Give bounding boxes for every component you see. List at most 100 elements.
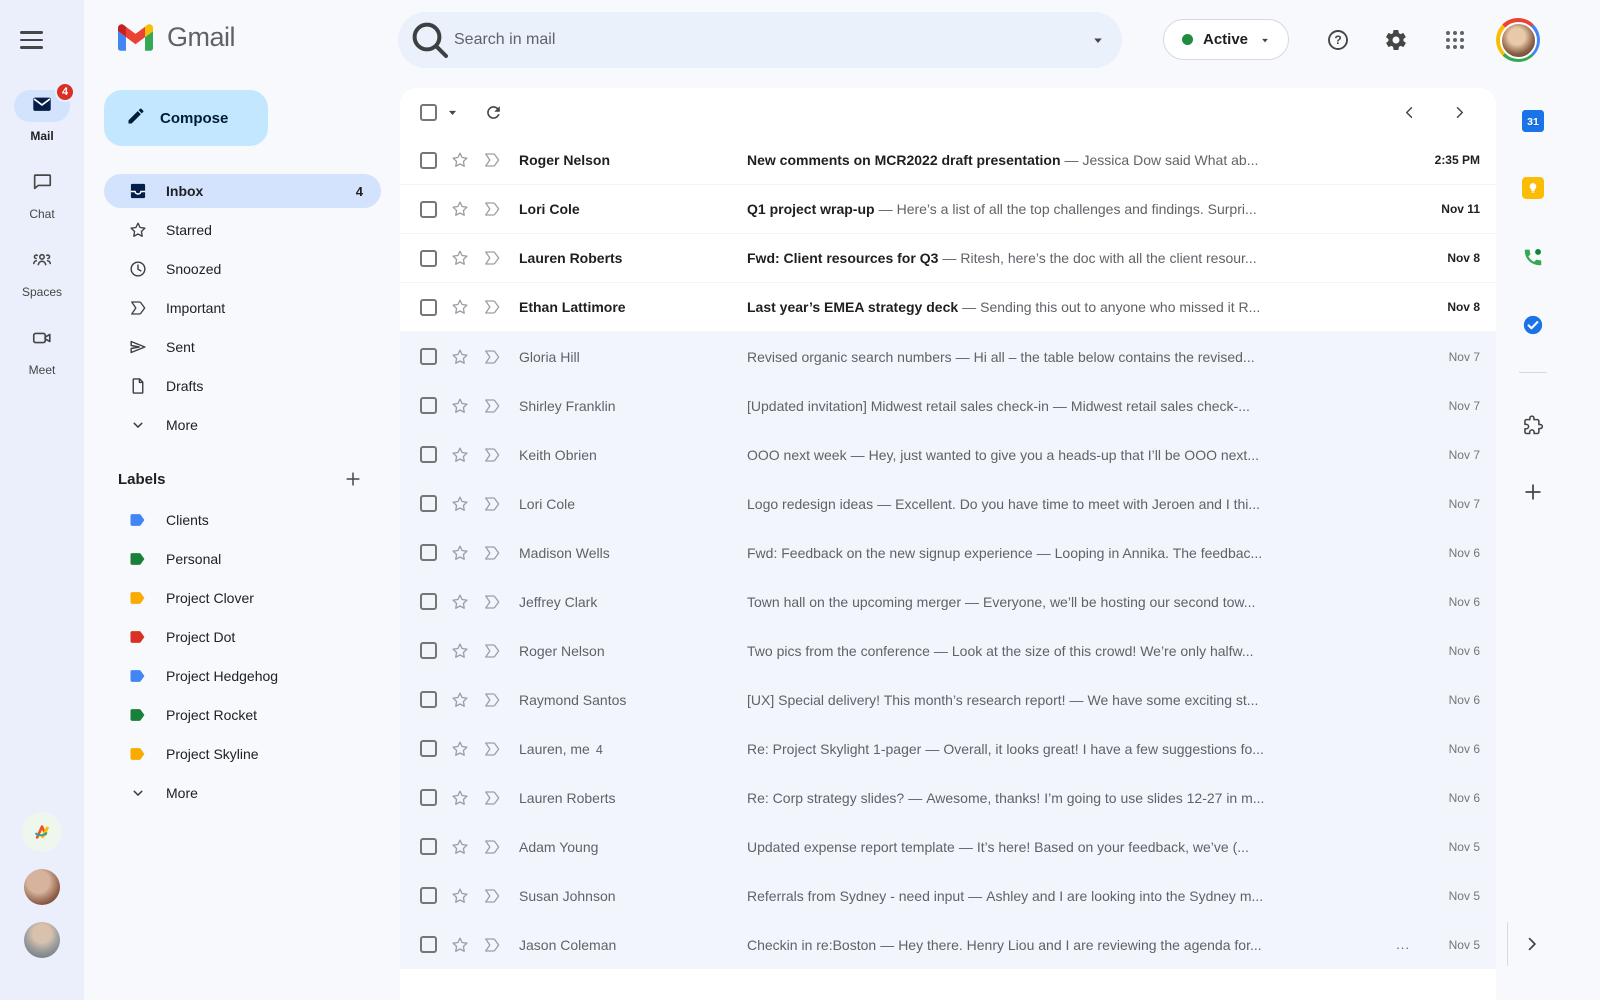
- status-chip[interactable]: Active: [1163, 19, 1290, 60]
- row-checkbox[interactable]: [420, 544, 437, 561]
- email-row[interactable]: Roger Nelson New comments on MCR2022 draf…: [400, 136, 1496, 185]
- label-item-project-rocket[interactable]: Project Rocket: [104, 698, 381, 732]
- contact-avatar[interactable]: [24, 922, 60, 958]
- help-icon[interactable]: ?: [1316, 18, 1360, 62]
- contact-avatar[interactable]: [24, 869, 60, 905]
- row-checkbox[interactable]: [420, 691, 437, 708]
- star-icon[interactable]: [450, 837, 470, 857]
- addons-icon[interactable]: [1509, 403, 1557, 447]
- email-row[interactable]: Susan Johnson Referrals from Sydney - nee…: [400, 871, 1496, 920]
- search-options-caret-icon[interactable]: [1074, 16, 1122, 64]
- row-checkbox[interactable]: [420, 348, 437, 365]
- star-icon[interactable]: [450, 641, 470, 661]
- sidebar-item-inbox[interactable]: Inbox 4: [104, 174, 381, 208]
- label-item-project-skyline[interactable]: Project Skyline: [104, 737, 381, 771]
- importance-marker-icon[interactable]: [482, 837, 502, 857]
- importance-marker-icon[interactable]: [482, 199, 502, 219]
- importance-marker-icon[interactable]: [482, 445, 502, 465]
- sidebar-item-more[interactable]: More: [104, 408, 381, 442]
- email-row[interactable]: Lori Cole Q1 project wrap-up — Here’s a lis…: [400, 185, 1496, 234]
- star-icon[interactable]: [450, 788, 470, 808]
- importance-marker-icon[interactable]: [482, 543, 502, 563]
- sidebar-item-starred[interactable]: Starred: [104, 213, 381, 247]
- label-item-project-hedgehog[interactable]: Project Hedgehog: [104, 659, 381, 693]
- email-row[interactable]: Lauren, me 4 Re: Project Skylight 1-pager —…: [400, 724, 1496, 773]
- row-checkbox[interactable]: [420, 936, 437, 953]
- row-checkbox[interactable]: [420, 200, 437, 218]
- rail-item-spaces[interactable]: Spaces: [0, 240, 84, 318]
- email-row[interactable]: Shirley Franklin [Updated invitation] Mid…: [400, 381, 1496, 430]
- email-row[interactable]: Adam Young Updated expense report templat…: [400, 822, 1496, 871]
- rail-item-meet[interactable]: Meet: [0, 318, 84, 396]
- main-menu-icon[interactable]: [20, 26, 64, 54]
- importance-marker-icon[interactable]: [482, 248, 502, 268]
- email-row[interactable]: Lori Cole Logo redesign ideas — Excellent. …: [400, 479, 1496, 528]
- labels-more[interactable]: More: [104, 776, 381, 810]
- star-icon[interactable]: [450, 935, 470, 955]
- email-row[interactable]: Jeffrey Clark Town hall on the upcoming m…: [400, 577, 1496, 626]
- importance-marker-icon[interactable]: [482, 935, 502, 955]
- select-all-checkbox[interactable]: [420, 103, 437, 121]
- apps-grid-icon[interactable]: [1433, 18, 1477, 62]
- star-icon[interactable]: [450, 199, 470, 219]
- email-row[interactable]: Lauren Roberts Fwd: Client resources for …: [400, 234, 1496, 283]
- keep-icon[interactable]: [1509, 166, 1557, 210]
- email-row[interactable]: Roger Nelson Two pics from the conference…: [400, 626, 1496, 675]
- email-row[interactable]: Madison Wells Fwd: Feedback on the new si…: [400, 528, 1496, 577]
- profile-avatar[interactable]: [1496, 18, 1540, 62]
- label-item-project-clover[interactable]: Project Clover: [104, 581, 381, 615]
- email-row[interactable]: Ethan Lattimore Last year’s EMEA strategy…: [400, 283, 1496, 332]
- add-icon[interactable]: [1509, 470, 1557, 514]
- importance-marker-icon[interactable]: [482, 347, 502, 367]
- row-checkbox[interactable]: [420, 397, 437, 414]
- row-checkbox[interactable]: [420, 740, 437, 757]
- star-icon[interactable]: [450, 396, 470, 416]
- row-checkbox[interactable]: [420, 446, 437, 463]
- newer-page-icon[interactable]: [1390, 93, 1428, 131]
- star-icon[interactable]: [450, 886, 470, 906]
- create-label-icon[interactable]: [337, 463, 369, 495]
- importance-marker-icon[interactable]: [482, 494, 502, 514]
- search-bar[interactable]: [398, 12, 1122, 68]
- email-row[interactable]: Keith Obrien OOO next week — Hey, just want…: [400, 430, 1496, 479]
- importance-marker-icon[interactable]: [482, 641, 502, 661]
- star-icon[interactable]: [450, 494, 470, 514]
- star-icon[interactable]: [450, 248, 470, 268]
- star-icon[interactable]: [450, 543, 470, 563]
- star-icon[interactable]: [450, 739, 470, 759]
- star-icon[interactable]: [450, 445, 470, 465]
- row-checkbox[interactable]: [420, 298, 437, 316]
- search-input[interactable]: [454, 31, 1074, 49]
- tasks-icon[interactable]: [1509, 303, 1557, 347]
- label-item-personal[interactable]: Personal: [104, 542, 381, 576]
- email-row[interactable]: Raymond Santos [UX] Special delivery! Thi…: [400, 675, 1496, 724]
- sidebar-item-drafts[interactable]: Drafts: [104, 369, 381, 403]
- compose-button[interactable]: Compose: [104, 90, 268, 146]
- importance-marker-icon[interactable]: [482, 592, 502, 612]
- voice-icon[interactable]: [1509, 235, 1557, 279]
- sidebar-item-snoozed[interactable]: Snoozed: [104, 252, 381, 286]
- importance-marker-icon[interactable]: [482, 150, 502, 170]
- importance-marker-icon[interactable]: [482, 886, 502, 906]
- star-icon[interactable]: [450, 150, 470, 170]
- row-checkbox[interactable]: [420, 789, 437, 806]
- email-row[interactable]: Lauren Roberts Re: Corp strategy slides? —…: [400, 773, 1496, 822]
- row-checkbox[interactable]: [420, 593, 437, 610]
- email-row[interactable]: Gloria Hill Revised organic search number…: [400, 332, 1496, 381]
- star-icon[interactable]: [450, 592, 470, 612]
- older-page-icon[interactable]: [1440, 93, 1478, 131]
- row-checkbox[interactable]: [420, 887, 437, 904]
- row-checkbox[interactable]: [420, 495, 437, 512]
- importance-marker-icon[interactable]: [482, 690, 502, 710]
- importance-marker-icon[interactable]: [482, 396, 502, 416]
- row-checkbox[interactable]: [420, 249, 437, 267]
- label-item-clients[interactable]: Clients: [104, 503, 381, 537]
- sidebar-item-sent[interactable]: Sent: [104, 330, 381, 364]
- label-item-project-dot[interactable]: Project Dot: [104, 620, 381, 654]
- workspace-logo[interactable]: [22, 812, 62, 852]
- row-checkbox[interactable]: [420, 838, 437, 855]
- refresh-icon[interactable]: [484, 103, 503, 122]
- row-checkbox[interactable]: [420, 151, 437, 169]
- star-icon[interactable]: [450, 297, 470, 317]
- sidebar-item-important[interactable]: Important: [104, 291, 381, 325]
